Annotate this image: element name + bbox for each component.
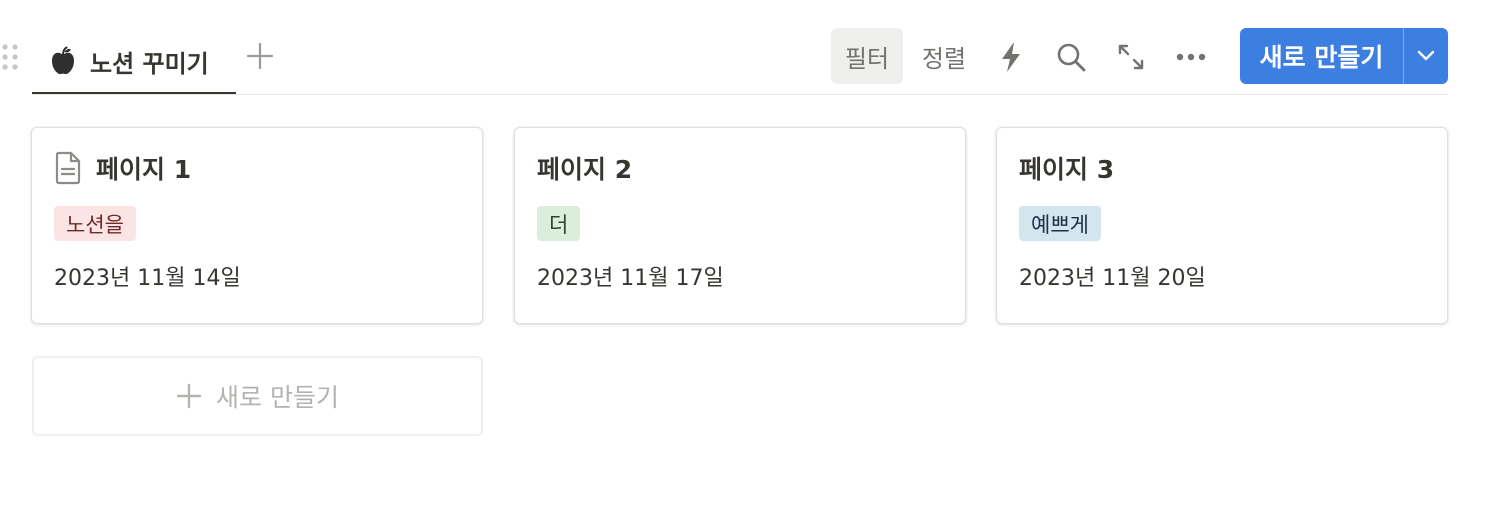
chevron-down-icon [1417,50,1435,61]
card-date: 2023년 11월 20일 [1019,266,1206,291]
database-view: 노션 꾸미기 필터 정렬 새로 만들기 페이지 1 노션을 2023년 11월 … [0,0,1508,506]
card-tag: 노션을 [54,206,136,241]
sort-button[interactable]: 정렬 [908,28,980,84]
lightning-icon [1002,42,1020,72]
apple-icon [52,46,74,75]
card-title: 페이지 1 [96,155,192,184]
card-title: 페이지 3 [1019,155,1115,184]
card-date: 2023년 11월 14일 [54,266,241,291]
plus-icon [176,383,202,409]
add-new-card-button[interactable]: 새로 만들기 [32,356,483,436]
expand-arrows-icon [1118,44,1144,70]
header-divider [32,94,1448,95]
card-title-row: 페이지 1 [54,148,191,188]
card-date: 2023년 11월 17일 [537,266,724,291]
gallery-card[interactable]: 페이지 3 예쁘게 2023년 11월 20일 [996,127,1448,324]
filter-button[interactable]: 필터 [831,28,903,84]
expand-button[interactable] [1110,36,1152,78]
add-view-plus-icon[interactable] [244,40,276,72]
more-options-button[interactable] [1170,36,1212,78]
search-icon [1057,43,1086,72]
new-page-button[interactable]: 새로 만들기 [1240,28,1403,84]
card-tag: 예쁘게 [1019,206,1101,241]
new-page-dropdown-button[interactable] [1404,28,1448,84]
card-title: 페이지 2 [537,155,633,184]
automation-button[interactable] [990,36,1032,78]
card-tag: 더 [537,206,581,241]
add-new-card-label: 새로 만들기 [216,383,339,412]
card-title-row: 페이지 2 [537,148,632,188]
gallery-card[interactable]: 페이지 1 노션을 2023년 11월 14일 [31,127,483,324]
drag-handle-icon[interactable] [0,42,22,72]
view-tab-label: 노션 꾸미기 [90,49,209,78]
card-title-row: 페이지 3 [1019,148,1114,188]
more-dots-icon [1176,53,1206,61]
search-button[interactable] [1050,36,1092,78]
page-icon [55,151,81,185]
view-tab-notion-decor[interactable]: 노션 꾸미기 [32,28,236,94]
new-page-button-group: 새로 만들기 [1240,28,1448,84]
gallery-card[interactable]: 페이지 2 더 2023년 11월 17일 [514,127,966,324]
